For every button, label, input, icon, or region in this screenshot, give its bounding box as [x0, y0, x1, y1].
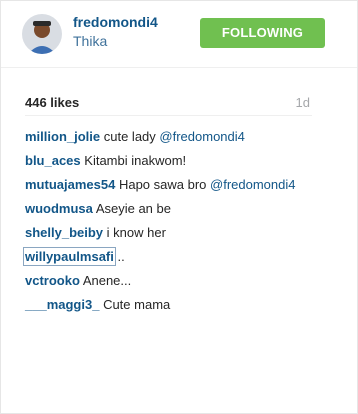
- divider: [25, 115, 312, 116]
- comment-user[interactable]: mutuajames54: [25, 177, 115, 192]
- comment: shelly_beiby i know her: [25, 224, 315, 242]
- comment-user[interactable]: blu_aces: [25, 153, 81, 168]
- comment-user[interactable]: willypaulmsafi: [23, 247, 116, 266]
- comment-text: Anene...: [82, 273, 132, 288]
- comments-list: million_jolie cute lady @fredomondi4 blu…: [23, 128, 315, 320]
- post-card: fredomondi4 Thika FOLLOWING 446 likes 1d…: [0, 0, 358, 414]
- post-header: fredomondi4 Thika FOLLOWING: [1, 1, 357, 68]
- comment-user[interactable]: vctrooko: [25, 273, 80, 288]
- post-username[interactable]: fredomondi4: [73, 14, 158, 30]
- comment-text: ..: [117, 249, 125, 264]
- comment-text: Aseyie an be: [95, 201, 171, 216]
- comment-user[interactable]: million_jolie: [25, 129, 100, 144]
- avatar[interactable]: [22, 14, 62, 54]
- following-button[interactable]: FOLLOWING: [200, 18, 325, 48]
- comment: ___maggi3_ Cute mama: [25, 296, 315, 314]
- comment-text: i know her: [106, 225, 166, 240]
- comment: blu_aces Kitambi inakwom!: [25, 152, 315, 170]
- comment: wuodmusa Aseyie an be: [25, 200, 315, 218]
- comment-user[interactable]: wuodmusa: [25, 201, 93, 216]
- comment-text: Cute mama: [103, 297, 171, 312]
- comment: mutuajames54 Hapo sawa bro @fredomondi4: [25, 176, 315, 194]
- post-time[interactable]: 1d: [296, 95, 310, 110]
- comment: willypaulmsafi ..: [23, 247, 315, 266]
- comment-user[interactable]: ___maggi3_: [25, 297, 99, 312]
- comment: million_jolie cute lady @fredomondi4: [25, 128, 315, 146]
- comment-text: Hapo sawa bro: [118, 177, 211, 192]
- comment-mention[interactable]: @fredomondi4: [210, 177, 295, 192]
- post-location[interactable]: Thika: [73, 33, 107, 49]
- comment-text: cute lady: [103, 129, 160, 144]
- likes-count[interactable]: 446 likes: [25, 95, 79, 110]
- comment-mention[interactable]: @fredomondi4: [159, 129, 244, 144]
- comment-user[interactable]: shelly_beiby: [25, 225, 103, 240]
- comment-text: Kitambi inakwom!: [84, 153, 187, 168]
- avatar-image: [22, 14, 62, 54]
- comment: vctrooko Anene...: [25, 272, 315, 290]
